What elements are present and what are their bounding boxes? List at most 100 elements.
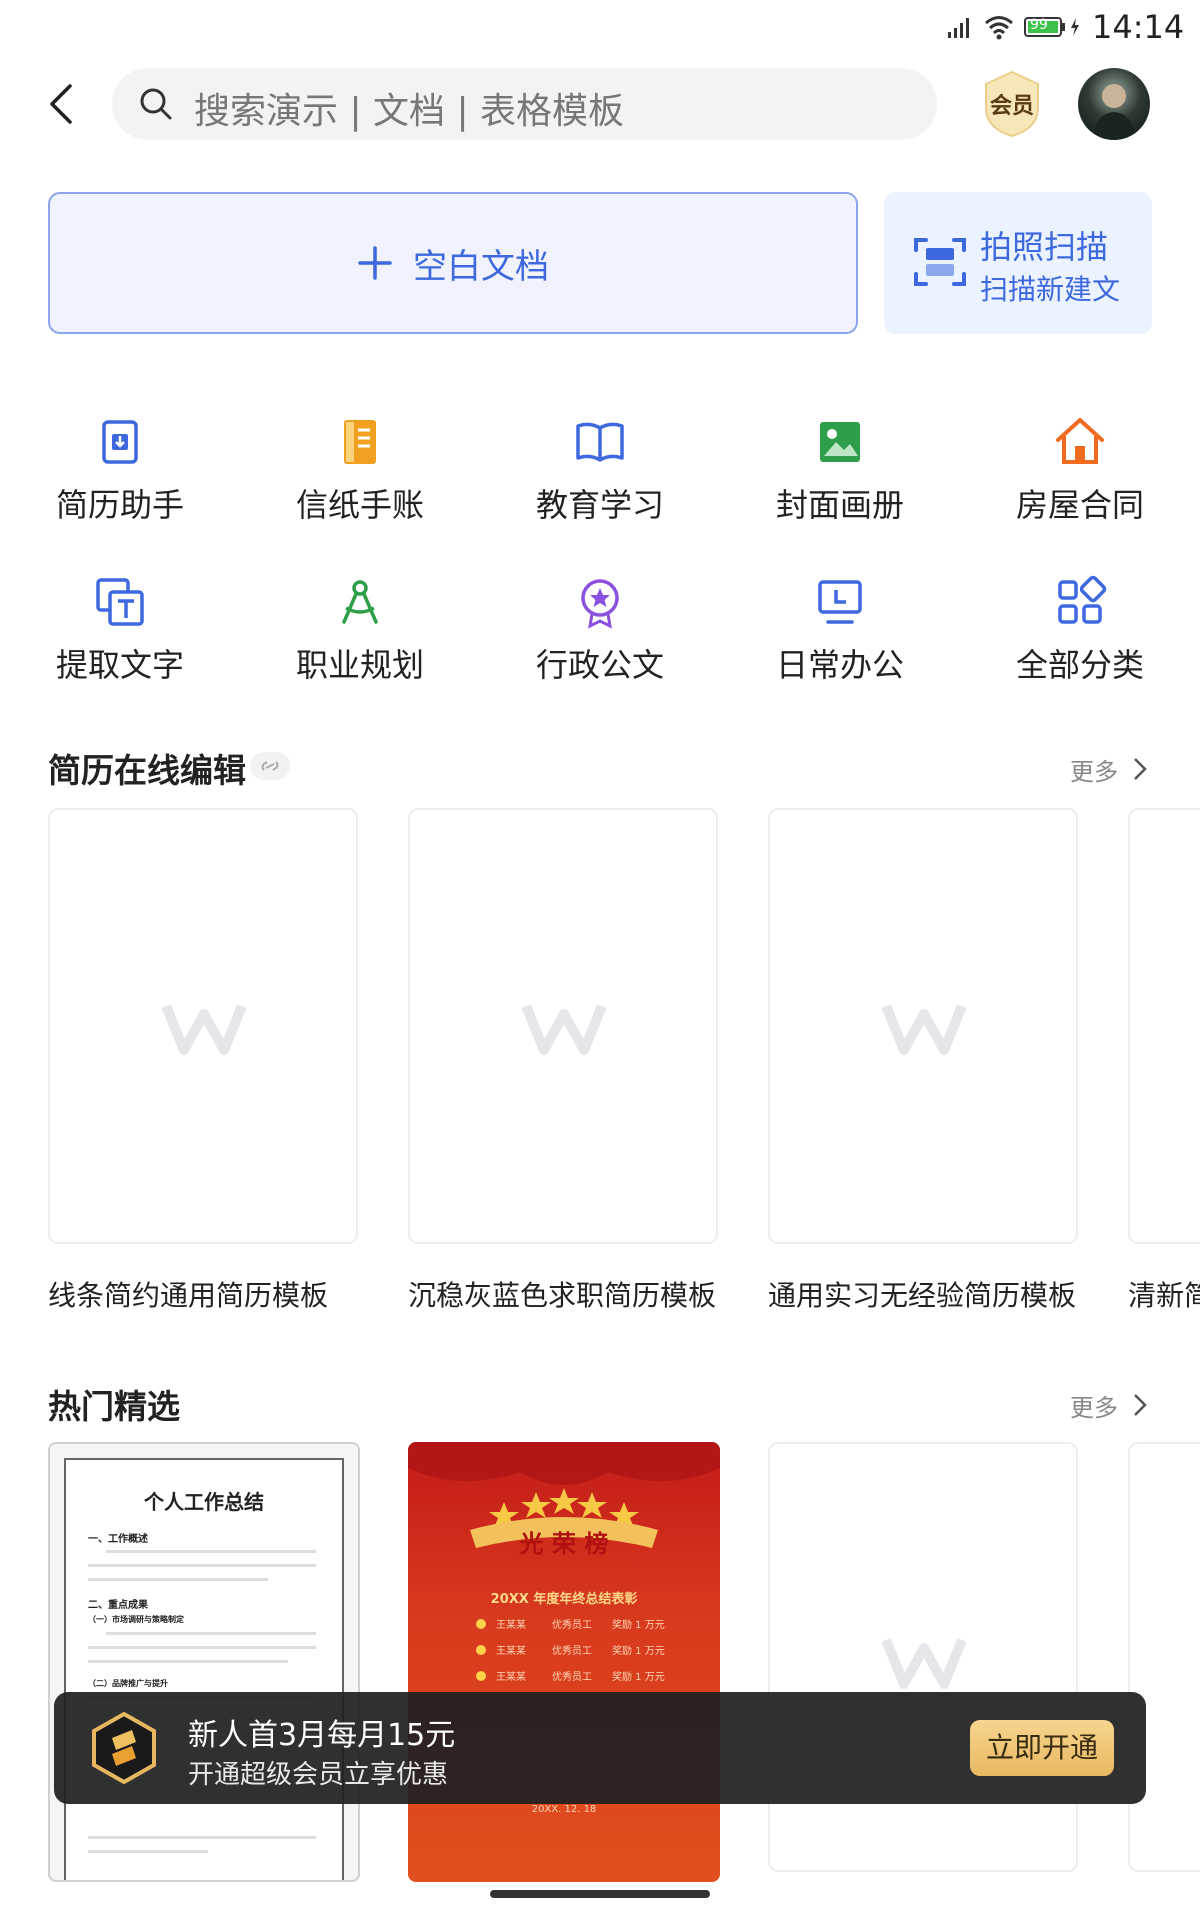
bullet <box>476 1619 486 1629</box>
wps-placeholder-icon <box>162 1004 246 1055</box>
honor-row: 王某某 优秀员工 奖励 1 万元 <box>476 1640 696 1662</box>
category-extract-text[interactable]: 提取文字 <box>20 574 220 704</box>
extract-text-icon <box>96 578 144 626</box>
search-placeholder: 搜索演示 | 文档 | 表格模板 <box>194 91 625 132</box>
paper-text-line <box>106 1550 316 1553</box>
battery-level: 99 <box>1030 17 1048 33</box>
resume-template-card[interactable] <box>48 808 358 1244</box>
card-title: 清新简 <box>1128 1279 1200 1312</box>
honor-row: 王某某 优秀员工 奖励 1 万元 <box>476 1666 696 1688</box>
hot-template-card[interactable] <box>768 1442 1078 1872</box>
category-label: 提取文字 <box>55 646 184 684</box>
paper-text-line <box>88 1850 208 1853</box>
link-chip[interactable] <box>250 752 290 780</box>
paper-frame: 个人工作总结 一、工作概述 二、重点成果 （一）市场调研与策略制定 （二）品牌推… <box>64 1458 344 1880</box>
card-title: 通用实习无经验简历模板 <box>768 1279 1077 1312</box>
compass-icon <box>342 580 378 624</box>
paper-text-line <box>88 1660 288 1663</box>
signal-icon <box>948 18 969 38</box>
vip-badge[interactable]: 会员 <box>982 70 1042 138</box>
paper-heading: 一、工作概述 <box>88 1534 148 1545</box>
grid-icon <box>1058 575 1107 624</box>
honor-name: 王某某 <box>496 1672 526 1683</box>
resume-template-card[interactable] <box>408 808 718 1244</box>
category-cover-album[interactable]: 封面画册 <box>740 414 940 544</box>
promo-subline: 开通超级会员立享优惠 <box>188 1760 449 1790</box>
card-title: 沉稳灰蓝色求职简历模板 <box>408 1279 717 1312</box>
category-label: 房屋合同 <box>1015 486 1144 524</box>
honor-award: 优秀员工 <box>552 1620 592 1631</box>
link-icon <box>261 761 279 771</box>
category-label: 封面画册 <box>775 486 904 524</box>
resume-template-card[interactable] <box>1128 808 1200 1244</box>
resume-template-card[interactable] <box>768 808 1078 1244</box>
photo-scan-button[interactable]: 拍照扫描 扫描新建文 <box>884 192 1152 334</box>
category-label: 职业规划 <box>295 646 424 684</box>
honor-title: 光 荣 榜 <box>519 1529 609 1558</box>
honor-name: 王某某 <box>496 1620 526 1631</box>
hot-template-card[interactable] <box>1128 1442 1200 1872</box>
search-input[interactable]: 搜索演示 | 文档 | 表格模板 <box>112 68 937 140</box>
paper-text-line <box>88 1646 316 1649</box>
category-admin-docs[interactable]: 行政公文 <box>500 574 700 704</box>
chevron-right-icon <box>1134 758 1147 780</box>
image-icon <box>820 422 860 462</box>
avatar[interactable] <box>1078 68 1150 140</box>
honor-row: 王某某 优秀员工 奖励 1 万元 <box>476 1614 696 1636</box>
book-icon <box>576 422 624 462</box>
honor-roll-template-card[interactable]: 光 荣 榜 20XX 年度年终总结表彰 王某某 优秀员工 奖励 1 万元 王某某… <box>408 1442 720 1882</box>
honor-award: 优秀员工 <box>552 1672 592 1683</box>
category-label: 行政公文 <box>535 646 664 684</box>
category-label: 全部分类 <box>1015 646 1144 684</box>
plus-icon <box>358 246 392 280</box>
bullet <box>476 1671 486 1681</box>
scan-subtitle: 扫描新建文 <box>980 273 1121 306</box>
more-label: 更多 <box>1070 1394 1118 1422</box>
paper-heading: （二）品牌推广与提升 <box>88 1679 168 1688</box>
category-resume-assistant[interactable]: 简历助手 <box>20 414 220 544</box>
resume-more-link[interactable]: 更多 <box>1070 750 1152 786</box>
hot-more-link[interactable]: 更多 <box>1070 1386 1152 1422</box>
notebook-icon <box>344 420 376 464</box>
charging-icon <box>1071 18 1079 36</box>
home-indicator[interactable] <box>490 1890 710 1898</box>
honor-prize: 奖励 1 万元 <box>612 1672 665 1683</box>
clock: 14:14 <box>1092 8 1185 46</box>
card-title: 线条简约通用简历模板 <box>48 1279 329 1312</box>
house-icon <box>1056 418 1104 464</box>
category-education[interactable]: 教育学习 <box>500 414 700 544</box>
honor-date: 20XX. 12. 18 <box>531 1804 597 1815</box>
category-label: 教育学习 <box>535 486 664 524</box>
wps-placeholder-icon <box>882 1004 966 1055</box>
work-summary-template-card[interactable]: 个人工作总结 一、工作概述 二、重点成果 （一）市场调研与策略制定 （二）品牌推… <box>48 1442 360 1882</box>
category-label: 简历助手 <box>55 486 184 524</box>
subscribe-now-button[interactable]: 立即开通 <box>970 1720 1114 1776</box>
chevron-right-icon <box>1134 1394 1147 1416</box>
honor-award: 优秀员工 <box>552 1646 592 1657</box>
promo-headline: 新人首3月每月15元 <box>188 1718 456 1753</box>
paper-heading: 二、重点成果 <box>88 1600 148 1611</box>
vip-label: 会员 <box>989 94 1034 119</box>
honor-subtitle: 20XX 年度年终总结表彰 <box>490 1592 638 1607</box>
paper-title: 个人工作总结 <box>144 1490 264 1514</box>
category-label: 日常办公 <box>775 646 904 684</box>
category-letter-paper[interactable]: 信纸手账 <box>260 414 460 544</box>
back-arrow-icon[interactable] <box>40 78 84 130</box>
honor-prize: 奖励 1 万元 <box>612 1620 665 1631</box>
wps-placeholder-icon <box>882 1638 966 1689</box>
honor-prize: 奖励 1 万元 <box>612 1646 665 1657</box>
hot-section-title: 热门精选 <box>48 1387 180 1426</box>
scan-icon <box>914 238 966 286</box>
category-house-contract[interactable]: 房屋合同 <box>980 414 1180 544</box>
category-career-planning[interactable]: 职业规划 <box>260 574 460 704</box>
category-daily-office[interactable]: 日常办公 <box>740 574 940 704</box>
membership-promo-banner[interactable]: 新人首3月每月15元 开通超级会员立享优惠 立即开通 <box>54 1692 1146 1804</box>
blank-document-button[interactable]: 空白文档 <box>48 192 858 334</box>
super-member-logo-icon <box>92 1712 156 1784</box>
category-label: 信纸手账 <box>295 486 424 524</box>
paper-text-line <box>88 1836 316 1839</box>
card-title-clip: 清新简 <box>1128 1274 1200 1314</box>
blank-document-label: 空白文档 <box>413 246 549 287</box>
category-all[interactable]: 全部分类 <box>980 574 1180 704</box>
badge-star-icon <box>581 579 619 629</box>
